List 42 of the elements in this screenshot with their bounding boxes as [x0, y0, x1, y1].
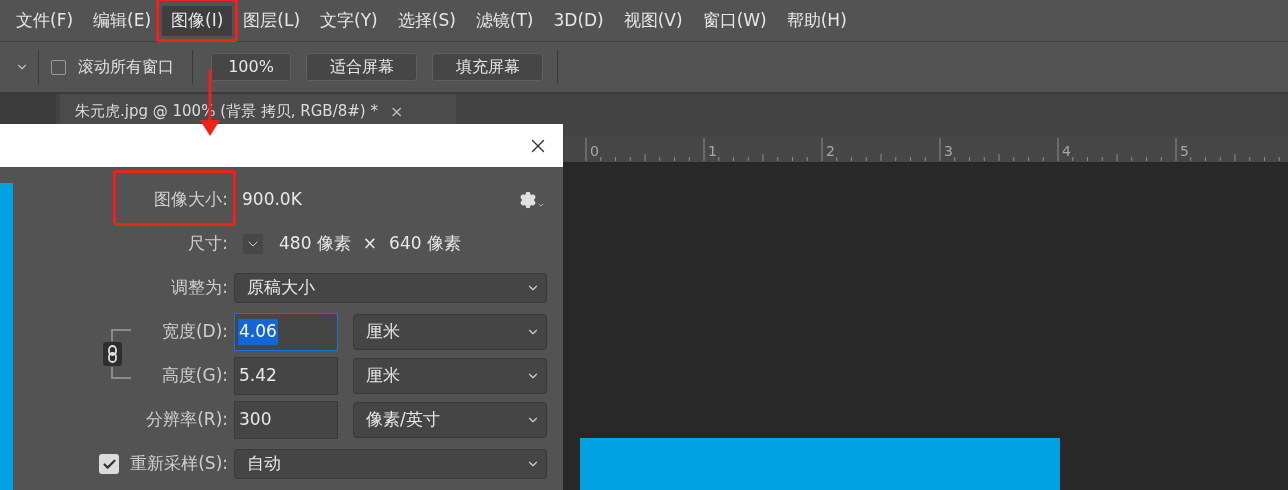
toolbar-button[interactable]: 100%: [211, 53, 291, 81]
menu-item[interactable]: 选择(S): [388, 5, 465, 36]
caret-icon[interactable]: [537, 201, 545, 209]
chain-link-bracket-icon[interactable]: [101, 327, 131, 381]
menu-item[interactable]: 窗口(W): [693, 5, 776, 36]
input-field[interactable]: 5.42: [234, 357, 338, 395]
dropdown[interactable]: 自动: [234, 449, 547, 479]
menu-item[interactable]: 图层(L): [234, 5, 310, 36]
close-tab-button[interactable]: ×: [389, 100, 404, 124]
checkbox[interactable]: [99, 454, 120, 474]
gear-icon[interactable]: [519, 191, 537, 209]
dropdown[interactable]: 原稿大小: [234, 273, 547, 303]
image-size-value: 900.0K: [242, 188, 302, 212]
input-field[interactable]: 4.06: [234, 313, 338, 351]
dimensions-label: 尺寸:: [187, 232, 228, 256]
field-label: 高度(G):: [160, 364, 228, 388]
field-label: 分辨率(R):: [145, 408, 228, 432]
times-sign: ×: [362, 232, 378, 256]
field-label: 重新采样(S):: [130, 452, 228, 476]
dropdown[interactable]: 像素/英寸: [353, 402, 547, 438]
dropdown[interactable]: 厘米: [353, 358, 547, 394]
menu-item[interactable]: 图像(I): [162, 5, 233, 36]
checkbox-label: 滚动所有窗口: [78, 56, 174, 78]
pixel-width: 480 像素: [279, 232, 351, 256]
menu-item[interactable]: 文字(Y): [311, 5, 387, 36]
field-label: 调整为:: [170, 276, 228, 300]
menu-item[interactable]: 3D(D): [544, 5, 613, 36]
checkbox[interactable]: [51, 59, 66, 75]
menu-item[interactable]: 文件(F): [7, 5, 83, 36]
pixel-height: 640 像素: [389, 232, 461, 256]
ruler: 0 1 2 3 4 5: [565, 136, 1288, 162]
menu-item[interactable]: 编辑(E): [84, 5, 161, 36]
input-field[interactable]: 300: [234, 401, 338, 439]
expand-toggle[interactable]: [243, 234, 263, 254]
dropdown[interactable]: 厘米: [353, 314, 547, 350]
field-label: 宽度(D):: [160, 320, 228, 344]
menu-item[interactable]: 视图(V): [614, 5, 692, 36]
menu-item[interactable]: 帮助(H): [777, 5, 856, 36]
toolbar-button[interactable]: 适合屏幕: [306, 53, 417, 81]
toolbar-button[interactable]: 填充屏幕: [432, 53, 543, 81]
image-size-label: 图像大小:: [154, 188, 228, 212]
menu-item[interactable]: 滤镜(T): [466, 5, 543, 36]
